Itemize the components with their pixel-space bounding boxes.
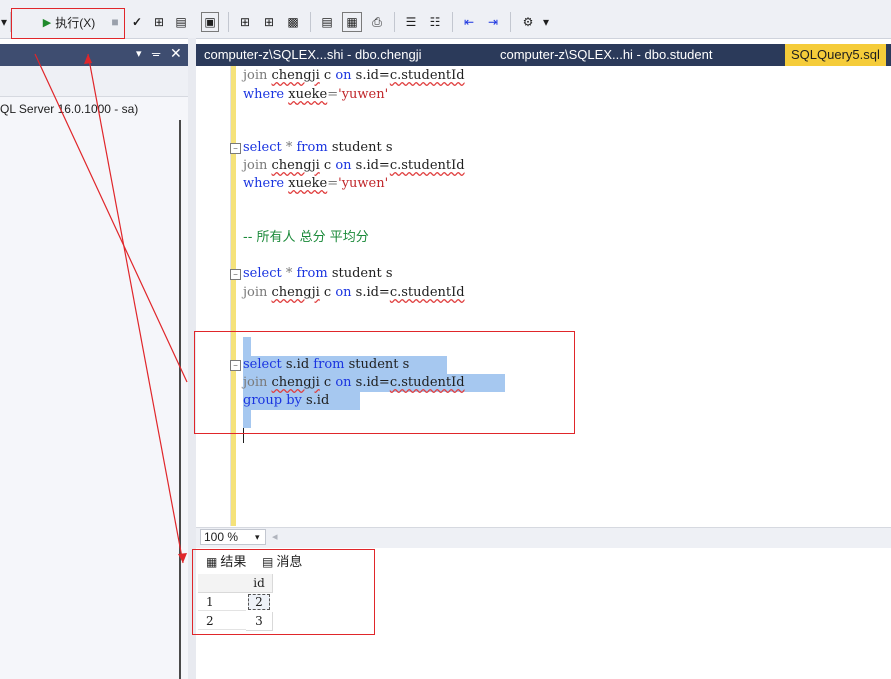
- arrow-line-to-query: [34, 53, 188, 383]
- annotation-arrows: [34, 53, 188, 564]
- arrowhead-icon: [178, 553, 187, 563]
- arrowhead-icon: [84, 54, 92, 64]
- arrow-line-to-results: [87, 53, 184, 564]
